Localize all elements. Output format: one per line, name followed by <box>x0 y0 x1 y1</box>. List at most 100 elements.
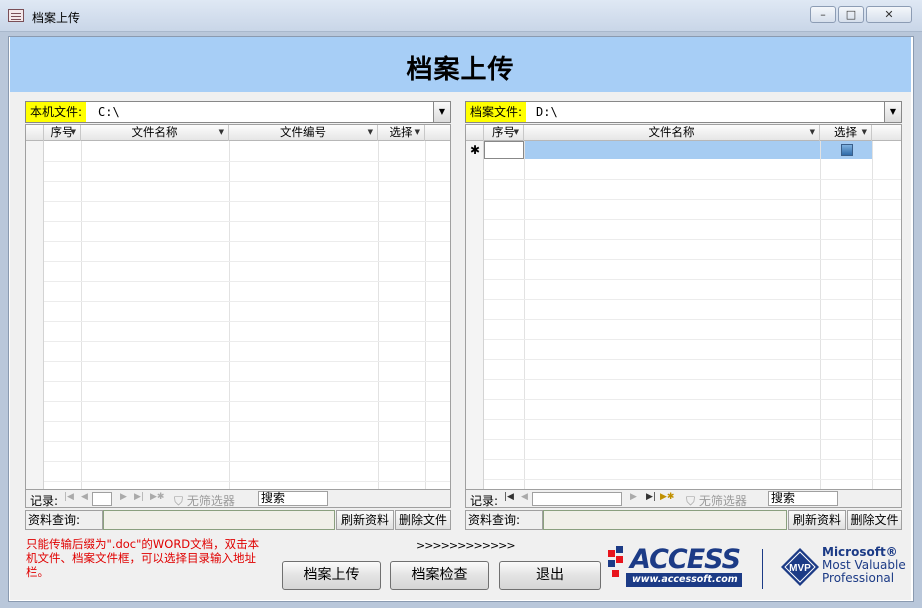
grid-header: 序号 ▼ 文件名称 ▼ 选择 ▼ <box>466 125 901 141</box>
delete-file-button[interactable]: 删除文件 <box>395 510 451 530</box>
row-selector-column <box>26 141 44 489</box>
grid-row-line <box>44 301 450 302</box>
filter-icon: ⛉ <box>686 494 696 508</box>
local-file-label: 本机文件: <box>26 102 87 122</box>
logo-square <box>608 560 615 567</box>
logo-square <box>616 556 623 563</box>
prev-record-icon[interactable]: ◀ <box>81 492 88 502</box>
exit-button[interactable]: 退出 <box>499 561 601 590</box>
mvp-line-3: Professional <box>822 571 895 585</box>
local-file-path[interactable]: C:\ <box>98 102 120 122</box>
query-label: 资料查询: <box>25 510 103 530</box>
next-record-icon[interactable]: ▶ <box>630 492 637 502</box>
restore-button[interactable]: □ <box>838 6 864 23</box>
mvp-badge-icon: MVP <box>781 548 819 586</box>
grid-row-line <box>484 359 901 360</box>
row-selector-header[interactable] <box>466 125 484 141</box>
grid-row-line <box>44 421 450 422</box>
grid-row-line <box>44 221 450 222</box>
record-number-input[interactable] <box>532 492 622 506</box>
grid-row-line <box>44 281 450 282</box>
archive-file-label: 档案文件: <box>466 102 527 122</box>
form-icon <box>8 9 24 22</box>
last-record-icon[interactable]: ▶| <box>646 492 656 502</box>
progress-arrows: >>>>>>>>>>>> <box>416 539 516 552</box>
form-header: 档案上传 <box>10 37 911 92</box>
filter-icon: ⛉ <box>174 494 184 508</box>
record-number-input[interactable] <box>92 492 112 506</box>
upload-archive-button[interactable]: 档案上传 <box>282 561 381 590</box>
logo-square <box>612 570 619 577</box>
minimize-button[interactable]: – <box>810 6 836 23</box>
refresh-data-button[interactable]: 刷新资料 <box>336 510 394 530</box>
query-label: 资料查询: <box>465 510 543 530</box>
column-header-select[interactable]: 选择 ▼ <box>378 125 425 141</box>
delete-file-button[interactable]: 删除文件 <box>847 510 902 530</box>
column-header-filename[interactable]: 文件名称 ▼ <box>524 125 820 141</box>
column-header-fileno[interactable]: 文件编号 ▼ <box>229 125 378 141</box>
row-selector-header[interactable] <box>26 125 44 141</box>
column-header-filename[interactable]: 文件名称 ▼ <box>81 125 229 141</box>
refresh-data-button[interactable]: 刷新资料 <box>788 510 846 530</box>
filter-label: 无筛选器 <box>698 494 747 508</box>
new-row-marker[interactable]: ✱ <box>466 141 484 159</box>
archive-file-grid[interactable]: 序号 ▼ 文件名称 ▼ 选择 ▼ ✱ <box>465 124 902 490</box>
grid-row-line <box>484 319 901 320</box>
local-file-combo[interactable]: 本机文件: C:\ ▼ <box>25 101 451 123</box>
mvp-text: Microsoft® Most Valuable Professional <box>822 546 906 585</box>
next-record-icon[interactable]: ▶ <box>120 492 127 502</box>
window-title: 档案上传 <box>32 11 81 25</box>
column-header-select[interactable]: 选择 ▼ <box>820 125 872 141</box>
archive-record-navigator: 记录: |◀ ◀ ▶ ▶| ▶✱ ⛉ 无筛选器 搜索 <box>465 490 902 508</box>
grid-row-line <box>484 239 901 240</box>
grid-row-line <box>44 461 450 462</box>
logo-square <box>616 546 623 553</box>
grid-row-line <box>484 259 901 260</box>
grid-row-line <box>484 279 901 280</box>
archive-file-path[interactable]: D:\ <box>536 102 558 122</box>
new-row-seq-cell[interactable] <box>484 141 524 159</box>
archive-file-combo[interactable]: 档案文件: D:\ ▼ <box>465 101 902 123</box>
new-record-icon[interactable]: ▶✱ <box>660 492 674 502</box>
search-input[interactable]: 搜索 <box>768 491 838 506</box>
grid-line <box>872 141 873 489</box>
grid-row-line <box>44 321 450 322</box>
close-button[interactable]: ✕ <box>866 6 912 23</box>
first-record-icon[interactable]: |◀ <box>504 492 514 502</box>
grid-row-line <box>484 459 901 460</box>
search-input[interactable]: 搜索 <box>258 491 328 506</box>
query-input[interactable] <box>103 510 335 530</box>
grid-line <box>820 141 821 489</box>
grid-row-line <box>44 381 450 382</box>
grid-row-line <box>484 399 901 400</box>
grid-row-line <box>484 299 901 300</box>
last-record-icon[interactable]: ▶| <box>134 492 144 502</box>
grid-row-line <box>44 441 450 442</box>
column-header-seq[interactable]: 序号 ▼ <box>484 125 524 141</box>
window-titlebar <box>0 0 922 32</box>
local-file-grid[interactable]: 序号 ▼ 文件名称 ▼ 文件编号 ▼ 选择 ▼ <box>25 124 451 490</box>
query-input[interactable] <box>543 510 787 530</box>
first-record-icon[interactable]: |◀ <box>64 492 74 502</box>
chevron-down-icon[interactable]: ▼ <box>433 102 450 122</box>
check-archive-button[interactable]: 档案检查 <box>390 561 489 590</box>
no-filter-indicator[interactable]: ⛉ 无筛选器 <box>686 492 747 509</box>
grid-line <box>229 141 230 489</box>
select-checkbox[interactable] <box>841 144 853 156</box>
mvp-badge-text: MVP <box>789 563 811 574</box>
grid-line <box>524 141 525 489</box>
chevron-down-icon[interactable]: ▼ <box>884 102 901 122</box>
prev-record-icon[interactable]: ◀ <box>521 492 528 502</box>
grid-row-line <box>484 219 901 220</box>
local-record-navigator: 记录: |◀ ◀ ▶ ▶| ▶✱ ⛉ 无筛选器 搜索 <box>25 490 451 508</box>
column-header-seq[interactable]: 序号 ▼ <box>44 125 81 141</box>
new-record-icon[interactable]: ▶✱ <box>150 492 164 502</box>
record-label: 记录: <box>30 494 59 508</box>
no-filter-indicator[interactable]: ⛉ 无筛选器 <box>174 492 235 509</box>
page-title: 档案上传 <box>406 55 515 85</box>
record-label: 记录: <box>470 494 499 508</box>
grid-line <box>378 141 379 489</box>
grid-row-line <box>484 379 901 380</box>
filter-label: 无筛选器 <box>186 494 235 508</box>
grid-row-line <box>484 179 901 180</box>
